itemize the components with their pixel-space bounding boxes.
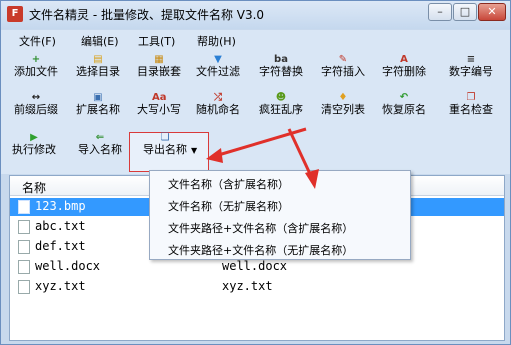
- toolbar-button-label: 随机命名: [196, 103, 240, 116]
- toolbar-button-label: 字符删除: [382, 65, 426, 78]
- menu-tools[interactable]: 工具(T): [138, 33, 175, 49]
- app-logo-icon: F: [7, 6, 23, 22]
- minimize-button[interactable]: –: [428, 3, 452, 21]
- duplicate-check-button[interactable]: ❐ 重名检查: [441, 92, 501, 122]
- shuffle-button[interactable]: ☻ 疯狂乱序: [252, 92, 310, 122]
- toolbar-button-label: 执行修改: [12, 143, 56, 156]
- insert-button[interactable]: ✎ 字符插入: [314, 54, 372, 84]
- toolbar-button-label: 字符插入: [321, 65, 365, 78]
- file-icon: [18, 220, 30, 234]
- menu-file[interactable]: 文件(F): [19, 33, 56, 49]
- toolbar-button-label: 重名检查: [449, 103, 493, 116]
- toolbar-button-label: 清空列表: [321, 103, 365, 116]
- new-file-name: well.docx: [222, 259, 288, 273]
- table-row[interactable]: well.docx well.docx: [10, 258, 504, 276]
- toolbar-button-label: 前缀后缀: [14, 103, 58, 116]
- close-button[interactable]: ✕: [478, 3, 506, 21]
- clear-list-button[interactable]: ♦ 清空列表: [314, 92, 372, 122]
- folder-button[interactable]: ▤ 选择目录: [69, 54, 127, 84]
- toolbar-button-label: 文件过滤: [196, 65, 240, 78]
- menu-edit[interactable]: 编辑(E): [81, 33, 119, 49]
- filter-button[interactable]: ▼ 文件过滤: [189, 54, 247, 84]
- toolbar: + 添加文件 ▤ 选择目录 ▦ 目录嵌套 ▼ 文件过滤 ba 字符替换 ✎ 字符插入 A 字符删除 ≡ 数字编…: [1, 50, 510, 174]
- run-button[interactable]: ▶ 执行修改: [7, 132, 61, 162]
- window-title: 文件名精灵 - 批量修改、提取文件名称 V3.0: [29, 8, 265, 22]
- delete-char-button[interactable]: A 字符删除: [373, 54, 435, 84]
- app-window: F 文件名精灵 - 批量修改、提取文件名称 V3.0 – □ ✕ 文件(F) 编…: [0, 0, 511, 345]
- toolbar-button-label: 字符替换: [259, 65, 303, 78]
- export-dropdown-caret-icon[interactable]: ▼: [191, 146, 197, 155]
- export-option-path-with-ext[interactable]: 文件夹路径+文件名称（含扩展名称）: [168, 220, 353, 236]
- import-button[interactable]: ⇐ 导入名称: [73, 132, 127, 162]
- column-header-label: 名称: [22, 181, 47, 195]
- file-icon: [18, 280, 30, 294]
- nested-folder-button[interactable]: ▦ 目录嵌套: [130, 54, 188, 84]
- restore-button[interactable]: ↶ 恢复原名: [373, 92, 435, 122]
- table-row[interactable]: xyz.txt xyz.txt: [10, 278, 504, 296]
- export-option-name-with-ext[interactable]: 文件名称（含扩展名称）: [168, 176, 289, 192]
- extension-button[interactable]: ▣ 扩展名称: [69, 92, 127, 122]
- toolbar-button-label: 导出名称: [143, 143, 187, 156]
- toolbar-button-label: 数字编号: [449, 65, 493, 78]
- case-button[interactable]: Aa 大写小写: [130, 92, 188, 122]
- export-dropdown-menu: 文件名称（含扩展名称） 文件名称（无扩展名称） 文件夹路径+文件名称（含扩展名称…: [149, 170, 411, 260]
- menu-help[interactable]: 帮助(H): [197, 33, 236, 49]
- export-option-name-without-ext[interactable]: 文件名称（无扩展名称）: [168, 198, 289, 214]
- toolbar-button-label: 选择目录: [76, 65, 120, 78]
- maximize-button[interactable]: □: [453, 3, 477, 21]
- add-file-button[interactable]: + 添加文件: [7, 54, 65, 84]
- file-name: xyz.txt: [35, 279, 86, 293]
- toolbar-button-label: 大写小写: [137, 103, 181, 116]
- file-name: abc.txt: [35, 219, 86, 233]
- toolbar-button-label: 疯狂乱序: [259, 103, 303, 116]
- file-name: def.txt: [35, 239, 86, 253]
- new-file-name: xyz.txt: [222, 279, 273, 293]
- random-button[interactable]: ⤮ 随机命名: [189, 92, 247, 122]
- file-name: well.docx: [35, 259, 101, 273]
- title-bar: F 文件名精灵 - 批量修改、提取文件名称 V3.0 – □ ✕: [1, 1, 510, 29]
- toolbar-button-label: 恢复原名: [382, 103, 426, 116]
- toolbar-button-label: 扩展名称: [76, 103, 120, 116]
- file-name: 123.bmp: [35, 199, 86, 213]
- file-icon: [18, 200, 30, 214]
- menu-bar: 文件(F) 编辑(E) 工具(T) 帮助(H): [1, 30, 510, 50]
- toolbar-button-label: 目录嵌套: [137, 65, 181, 78]
- export-button[interactable]: ❏ 导出名称: [137, 132, 193, 162]
- toolbar-button-label: 导入名称: [78, 143, 122, 156]
- export-option-path-without-ext[interactable]: 文件夹路径+文件名称（无扩展名称）: [168, 242, 353, 258]
- replace-button[interactable]: ba 字符替换: [252, 54, 310, 84]
- toolbar-button-label: 添加文件: [14, 65, 58, 78]
- numbering-button[interactable]: ≡ 数字编号: [441, 54, 501, 84]
- prefix-suffix-button[interactable]: ↔ 前缀后缀: [7, 92, 65, 122]
- file-icon: [18, 260, 30, 274]
- file-icon: [18, 240, 30, 254]
